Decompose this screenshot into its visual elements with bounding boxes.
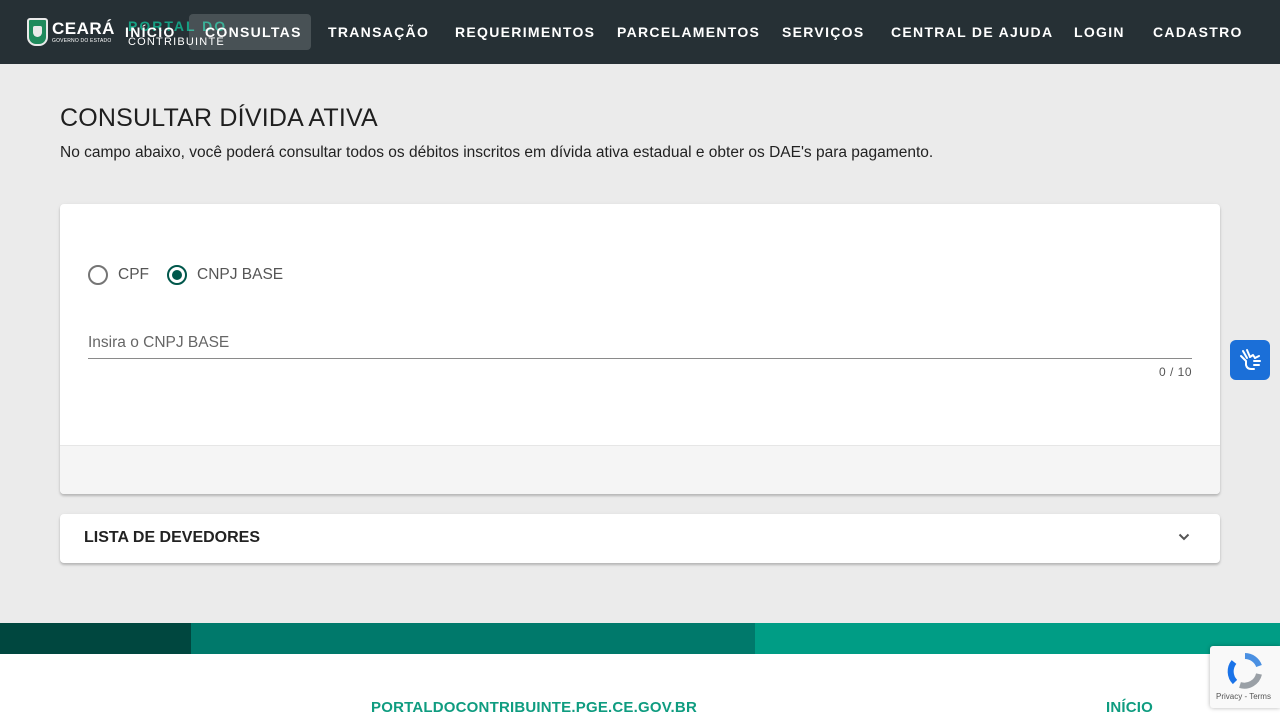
recaptcha-icon	[1227, 653, 1262, 689]
search-card-actions	[60, 445, 1220, 494]
nav-cadastro[interactable]: CADASTRO	[1137, 14, 1259, 50]
radio-cnpj-base-label[interactable]: CNPJ BASE	[197, 266, 283, 284]
nav-parcelamentos[interactable]: PARCELAMENTOS	[601, 14, 776, 50]
nav-consultas[interactable]: CONSULTAS	[189, 14, 311, 50]
page-title: CONSULTAR DÍVIDA ATIVA	[60, 104, 378, 132]
top-bar: CEARÁ GOVERNO DO ESTADO PORTAL DO CONTRI…	[0, 0, 1280, 64]
footer-stripe-mid	[191, 623, 755, 654]
footer-site-link[interactable]: PORTALDOCONTRIBUINTE.PGE.CE.GOV.BR	[371, 699, 697, 716]
accessibility-button[interactable]	[1230, 340, 1270, 380]
radio-cpf[interactable]: CPF	[88, 265, 149, 285]
radio-cnpj-base[interactable]: CNPJ BASE	[167, 265, 283, 285]
radio-cpf-label[interactable]: CPF	[118, 266, 149, 284]
footer-stripe-dark	[0, 623, 191, 654]
recaptcha-terms[interactable]: Privacy - Terms	[1216, 692, 1271, 701]
footer-stripe-light	[755, 623, 1280, 654]
cnpj-base-input[interactable]	[88, 328, 1192, 359]
chevron-down-icon[interactable]	[1178, 531, 1190, 543]
radio-unchecked-icon[interactable]	[88, 265, 108, 285]
nav-servicos[interactable]: SERVIÇOS	[766, 14, 881, 50]
footer-inicio-link[interactable]: INÍCIO	[1106, 699, 1153, 716]
nav-requerimentos[interactable]: REQUERIMENTOS	[439, 14, 611, 50]
document-type-radio-group: CPF CNPJ BASE	[88, 265, 301, 285]
nav-transacao[interactable]: TRANSAÇÃO	[312, 14, 445, 50]
character-counter: 0 / 10	[1158, 365, 1192, 379]
page-description: No campo abaixo, você poderá consultar t…	[60, 144, 934, 161]
footer: PORTALDOCONTRIBUINTE.PGE.CE.GOV.BR INÍCI…	[0, 654, 1280, 720]
nav-login[interactable]: LOGIN	[1058, 14, 1141, 50]
nav-inicio[interactable]: INÍCIO	[109, 14, 192, 50]
debtors-list-title[interactable]: LISTA DE DEVEDORES	[84, 529, 260, 547]
debtors-list-panel[interactable]: LISTA DE DEVEDORES	[60, 514, 1220, 563]
search-card: CPF CNPJ BASE 0 / 10	[60, 204, 1220, 494]
nav-central-de-ajuda[interactable]: CENTRAL DE AJUDA	[875, 14, 1069, 50]
sign-language-hands-icon	[1240, 349, 1261, 370]
radio-checked-icon[interactable]	[167, 265, 187, 285]
main-nav: INÍCIO CONSULTAS TRANSAÇÃO REQUERIMENTOS…	[0, 0, 1280, 64]
recaptcha-badge[interactable]: Privacy - Terms	[1210, 646, 1280, 708]
